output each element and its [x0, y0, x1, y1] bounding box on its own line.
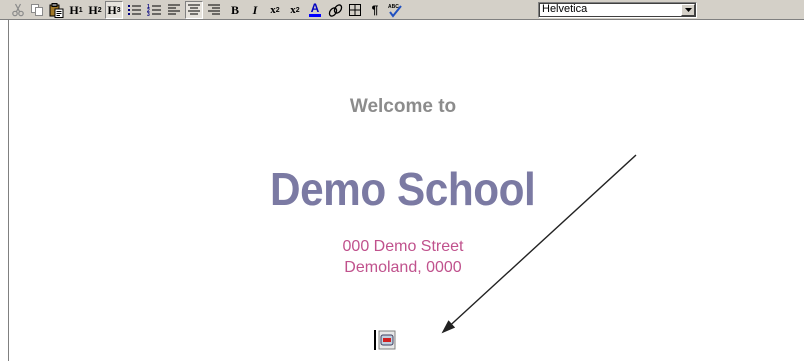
numbered-list-button[interactable]: 1 2 3 — [145, 1, 163, 19]
table-icon — [349, 4, 361, 16]
text-color-icon: A — [310, 1, 320, 15]
chevron-down-icon — [684, 8, 692, 12]
copy-button[interactable] — [28, 1, 46, 19]
svg-text:3: 3 — [147, 12, 150, 17]
align-right-icon — [208, 4, 220, 15]
welcome-text: Welcome to — [349, 96, 457, 117]
heading2-label: H — [88, 2, 98, 17]
font-family-value: Helvetica — [542, 3, 588, 15]
school-name: Demo School — [269, 163, 536, 215]
scissors-icon — [12, 3, 24, 17]
heading1-button[interactable]: H1 — [67, 1, 85, 19]
table-button[interactable] — [346, 1, 364, 19]
link-button[interactable] — [326, 1, 344, 19]
paste-button[interactable] — [47, 1, 65, 19]
text-cursor — [374, 330, 376, 350]
superscript-button[interactable]: x2 — [286, 1, 304, 19]
paragraph-marks-button[interactable]: ¶ — [366, 1, 384, 19]
align-left-button[interactable] — [165, 1, 183, 19]
subscript-button[interactable]: x2 — [266, 1, 284, 19]
heading1-label: H — [69, 2, 79, 17]
address-line1: 000 Demo Street — [342, 238, 464, 255]
address-line2: Demoland, 0000 — [344, 259, 462, 276]
cut-button[interactable] — [9, 1, 27, 19]
align-left-icon — [168, 4, 180, 15]
paragraph-icon: ¶ — [371, 3, 379, 17]
text-color-swatch — [309, 14, 321, 17]
heading3-label: H — [107, 2, 117, 17]
editor-toolbar: H1 H2 H3 1 2 3 B I x 2 x 2 A ¶ ABC Helve… — [0, 0, 804, 20]
editor-content-area[interactable]: Welcome to Demo School 000 Demo Street D… — [8, 20, 804, 361]
font-family-select[interactable]: Helvetica — [538, 2, 697, 18]
bullet-list-button[interactable] — [125, 1, 143, 19]
align-center-icon — [188, 4, 200, 15]
dropdown-button[interactable] — [681, 4, 695, 16]
align-right-button[interactable] — [205, 1, 223, 19]
spellcheck-button[interactable]: ABC — [386, 1, 404, 19]
heading3-button[interactable]: H3 — [105, 1, 123, 19]
text-color-button[interactable]: A — [306, 1, 324, 19]
paste-icon — [49, 2, 63, 18]
broken-image-icon[interactable] — [378, 330, 396, 350]
heading2-button[interactable]: H2 — [86, 1, 104, 19]
bullet-list-icon — [127, 5, 141, 15]
copy-icon — [31, 4, 43, 16]
bold-label: B — [230, 2, 239, 17]
link-icon — [328, 3, 342, 17]
italic-label: I — [252, 2, 258, 17]
italic-button[interactable]: I — [246, 1, 264, 19]
align-center-button[interactable] — [185, 1, 203, 19]
bold-button[interactable]: B — [226, 1, 244, 19]
numbered-list-icon: 1 2 3 — [147, 4, 161, 17]
spellcheck-icon: ABC — [388, 4, 402, 18]
